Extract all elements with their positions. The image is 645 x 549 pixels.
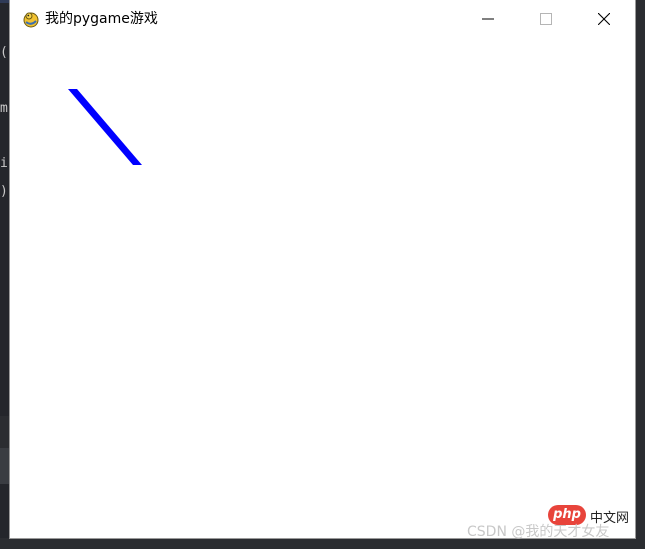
gutter-char: ) — [0, 184, 8, 199]
minimize-icon — [482, 18, 494, 20]
close-button[interactable] — [581, 0, 627, 38]
pygame-window[interactable]: 我的pygame游戏 — [10, 0, 635, 538]
gutter-char: m — [0, 101, 8, 116]
window-title: 我的pygame游戏 — [45, 11, 158, 27]
editor-scrollbar[interactable] — [634, 0, 645, 549]
csdn-watermark: CSDN @我的天才女友 — [467, 524, 610, 540]
maximize-icon — [540, 13, 552, 25]
game-canvas[interactable] — [10, 38, 635, 538]
gutter-char: i — [0, 156, 8, 171]
pygame-snake-icon — [22, 10, 40, 28]
gutter-char: ( — [0, 45, 8, 60]
maximize-button[interactable] — [523, 0, 569, 38]
close-icon — [598, 13, 610, 25]
canvas-drawing — [68, 89, 142, 165]
title-bar[interactable]: 我的pygame游戏 — [10, 0, 635, 38]
blue-line — [68, 89, 142, 165]
minimize-button[interactable] — [465, 0, 511, 38]
